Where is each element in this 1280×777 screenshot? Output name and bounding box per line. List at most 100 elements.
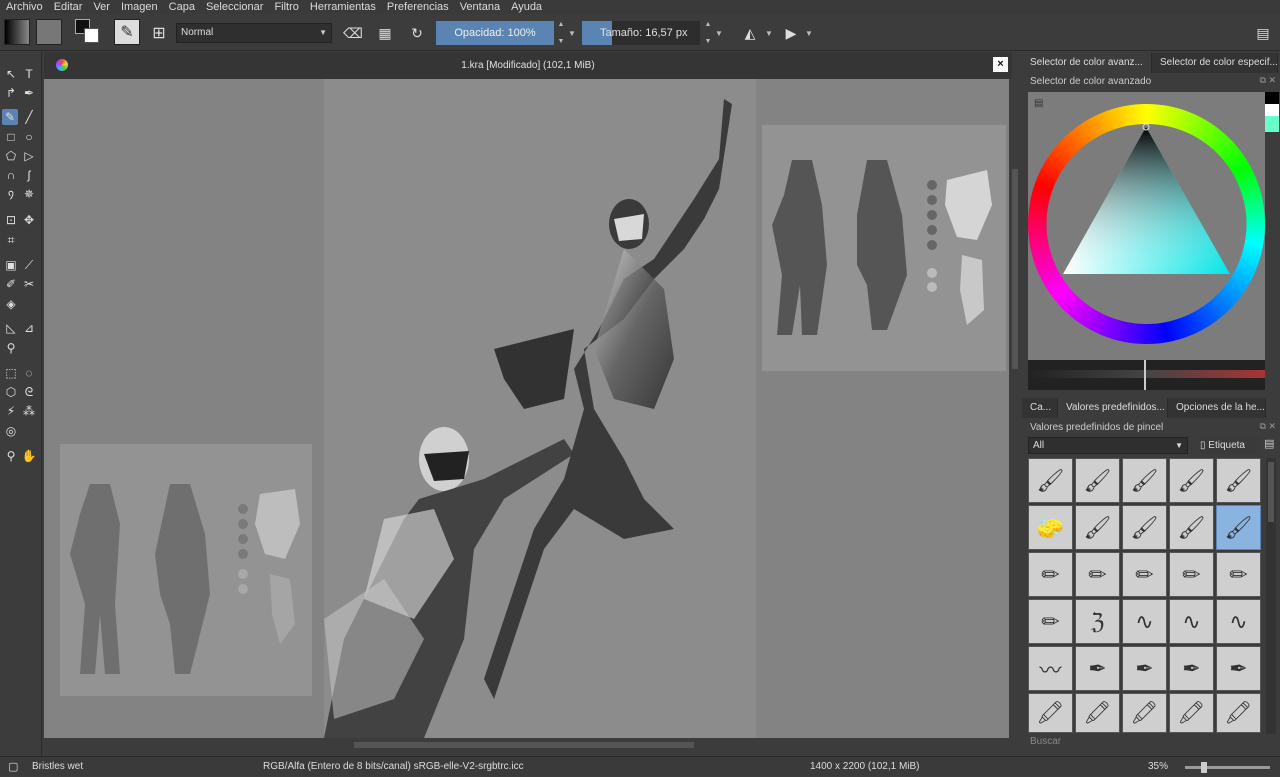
menu-seleccionar[interactable]: Seleccionar	[206, 0, 263, 14]
menu-icon[interactable]: ▤	[1034, 98, 1043, 109]
dock-controls[interactable]: ⧉ ✕	[1260, 421, 1277, 432]
mirror-vertical-button[interactable]: ▶	[780, 22, 802, 44]
brush-preset[interactable]: 🖌	[1169, 458, 1214, 503]
dock-controls[interactable]: ⧉ ✕	[1260, 75, 1277, 86]
brush-preset[interactable]: ✏	[1122, 552, 1167, 597]
menu-herramientas[interactable]: Herramientas	[310, 0, 376, 14]
scrollbar-thumb[interactable]	[1012, 169, 1018, 369]
brush-preset[interactable]: 🖍	[1169, 693, 1214, 733]
transform-tool[interactable]: ⊡	[3, 212, 19, 228]
multibrush-tool[interactable]: ✵	[21, 186, 37, 202]
close-document-button[interactable]: ×	[993, 57, 1008, 72]
background-color-swatch[interactable]	[84, 28, 99, 43]
pan-tool[interactable]: ✋	[21, 448, 37, 464]
line-tool[interactable]: ╱	[21, 109, 37, 125]
color-wheel-panel[interactable]: ▤	[1028, 92, 1265, 360]
brush-preset[interactable]: 〰	[1028, 646, 1073, 691]
brush-settings-button[interactable]: ⊞	[148, 22, 170, 44]
smart-patch-tool[interactable]: ✂	[21, 276, 37, 292]
brush-preset-status-icon[interactable]: ▢	[8, 760, 18, 773]
brush-preset[interactable]: ℨ	[1075, 599, 1120, 644]
preset-filter-select[interactable]: All ▼	[1028, 437, 1188, 454]
text-tool[interactable]: T	[21, 66, 37, 82]
polyline-tool[interactable]: ▷	[21, 148, 37, 164]
reference-sheet-right[interactable]	[762, 125, 1006, 371]
brush-preset[interactable]: 🖍	[1216, 693, 1261, 733]
brush-preset[interactable]: 🖌	[1075, 505, 1120, 550]
brush-preset[interactable]: 🖌	[1122, 458, 1167, 503]
menu-capa[interactable]: Capa	[169, 0, 195, 14]
scrollbar-thumb[interactable]	[1268, 462, 1274, 522]
mirror-vertical-dropdown[interactable]: ▼	[804, 26, 814, 40]
fill-tool[interactable]: ◈	[3, 296, 19, 312]
gradient-selector[interactable]	[4, 19, 30, 45]
brush-preset[interactable]: ∿	[1216, 599, 1261, 644]
mirror-horizontal-dropdown[interactable]: ▼	[764, 26, 774, 40]
size-dropdown[interactable]: ▼	[714, 26, 724, 40]
select-shapes-tool[interactable]: ↖	[3, 66, 19, 82]
reload-preset-button[interactable]: ↻	[406, 22, 428, 44]
brush-preset[interactable]: ∿	[1169, 599, 1214, 644]
preserve-alpha-button[interactable]: ▦	[374, 22, 396, 44]
float-icon[interactable]: ⧉	[1260, 75, 1266, 85]
move-tool[interactable]: ✥	[21, 212, 37, 228]
brush-preset[interactable]: ✒	[1122, 646, 1167, 691]
calligraphy-tool[interactable]: ✒	[21, 85, 37, 101]
crop-tool[interactable]: ⌗	[3, 232, 19, 248]
opacity-dropdown[interactable]: ▼	[567, 26, 577, 40]
preset-view-menu[interactable]: ▤	[1264, 437, 1278, 454]
size-spinner[interactable]: ▲ ▼	[703, 21, 713, 45]
menu-editar[interactable]: Editar	[54, 0, 83, 14]
presets-scrollbar[interactable]	[1266, 458, 1276, 734]
brush-preset-button[interactable]: ✎	[114, 19, 140, 45]
color-picker-tool[interactable]: ⟋	[21, 257, 37, 273]
canvas-document[interactable]	[324, 79, 756, 738]
close-icon[interactable]: ✕	[1268, 421, 1276, 431]
opacity-spinner[interactable]: ▲ ▼	[556, 21, 566, 45]
ellipse-select-tool[interactable]: ◌	[21, 365, 37, 381]
close-icon[interactable]: ✕	[1268, 75, 1276, 85]
menu-imagen[interactable]: Imagen	[121, 0, 158, 14]
brush-preset[interactable]: ✒	[1169, 646, 1214, 691]
ramp-cursor[interactable]	[1144, 360, 1146, 390]
measure-tool[interactable]: ⊿	[21, 320, 37, 336]
eraser-mode-button[interactable]: ⌫	[342, 22, 364, 44]
brush-preset[interactable]: 🖌	[1216, 458, 1261, 503]
dynamic-brush-tool[interactable]: ᠀	[3, 186, 19, 202]
bezier-tool[interactable]: ∩	[3, 167, 19, 183]
scrollbar-thumb[interactable]	[354, 742, 694, 748]
brush-preset[interactable]: 🖍	[1028, 693, 1073, 733]
reference-sheet-left[interactable]	[60, 444, 312, 696]
brush-preset[interactable]: ✏	[1075, 552, 1120, 597]
horizontal-scrollbar[interactable]	[44, 738, 1009, 752]
brush-preset[interactable]: ✏	[1028, 552, 1073, 597]
gradient-tool[interactable]: ▣	[3, 257, 19, 273]
opacity-slider[interactable]: Opacidad: 100%	[436, 21, 554, 45]
contiguous-select-tool[interactable]: ⚡	[3, 403, 19, 419]
brush-preset[interactable]: ✏	[1216, 552, 1261, 597]
tab-brush-presets[interactable]: Valores predefinidos...	[1058, 398, 1168, 418]
similar-select-tool[interactable]: ⁂	[21, 403, 37, 419]
brush-preset-selected[interactable]: 🖌	[1216, 505, 1261, 550]
brush-preset[interactable]: ✒	[1216, 646, 1261, 691]
polygon-tool[interactable]: ⬠	[3, 148, 19, 164]
blend-mode-select[interactable]: Normal ▼	[176, 23, 332, 43]
canvas-area[interactable]	[44, 79, 1009, 738]
pattern-selector[interactable]	[36, 19, 62, 45]
freehand-select-tool[interactable]: ᘓ	[21, 384, 37, 400]
tag-button[interactable]: ▯ Etiqueta	[1200, 437, 1260, 454]
freehand-brush-tool[interactable]: ✎	[2, 109, 18, 125]
assistant-tool[interactable]: ◺	[3, 320, 19, 336]
brush-preset[interactable]: 🖍	[1122, 693, 1167, 733]
color-wheel[interactable]	[1028, 92, 1265, 360]
menu-ver[interactable]: Ver	[93, 0, 110, 14]
menu-ventana[interactable]: Ventana	[460, 0, 500, 14]
brush-preset[interactable]: 🖌	[1075, 458, 1120, 503]
colorize-mask-tool[interactable]: ✐	[3, 276, 19, 292]
brush-preset[interactable]: ✒	[1075, 646, 1120, 691]
brush-preset[interactable]: 🧽	[1028, 505, 1073, 550]
zoom-slider[interactable]	[1185, 762, 1270, 773]
freehand-path-tool[interactable]: ʃ	[21, 167, 37, 183]
tab-specific-color-selector[interactable]: Selector de color especif...	[1152, 53, 1278, 73]
zoom-tool[interactable]: ⚲	[3, 448, 19, 464]
